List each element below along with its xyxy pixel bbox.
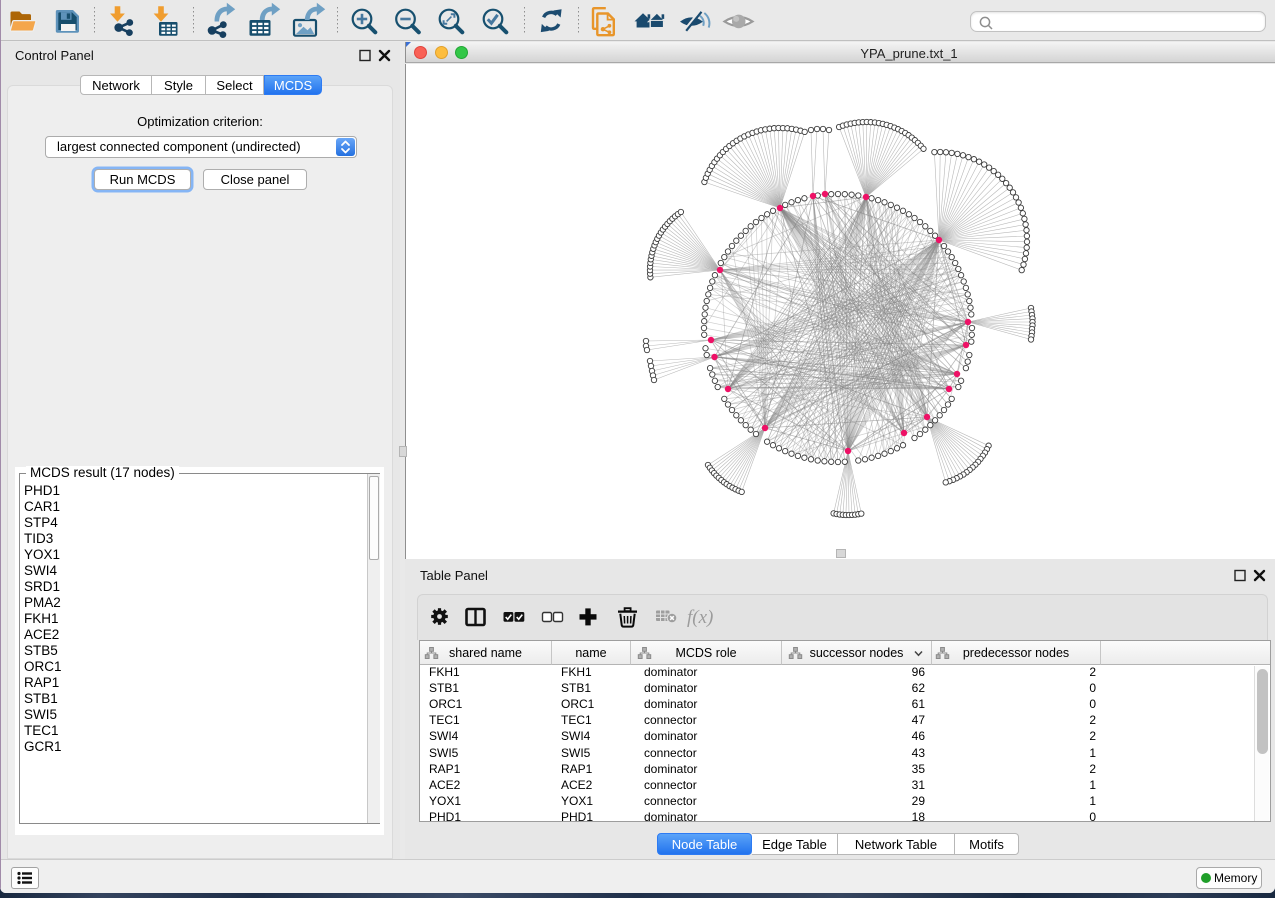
svg-text:f(x): f(x) xyxy=(687,607,713,628)
